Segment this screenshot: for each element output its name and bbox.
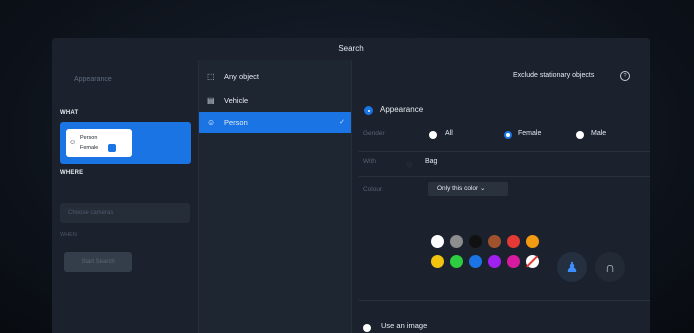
object-type-label: Any object [224, 72, 260, 81]
where-label: WHERE [60, 170, 84, 176]
gender-option-male: Male [591, 130, 607, 137]
upper-body-icon[interactable]: ♟ [557, 252, 587, 282]
divider [359, 151, 650, 152]
divider [359, 300, 650, 301]
gender-radio-male[interactable] [576, 131, 584, 139]
object-type-label: Person [224, 118, 248, 127]
start-search-button[interactable]: Start Search [64, 252, 132, 272]
help-icon[interactable]: ? [620, 71, 630, 81]
query-summary-panel: Appearance WHAT ☺ Person Female WHERE Ch… [52, 60, 197, 333]
search-modal: Search Appearance WHAT ☺ Person Female W… [52, 38, 650, 333]
with-radio[interactable] [406, 161, 413, 168]
gender-option-all: All [445, 130, 453, 137]
appearance-label: Appearance [380, 105, 424, 114]
chip-object-label: Person [80, 135, 98, 141]
object-type-vehicle[interactable]: ▤ Vehicle [199, 90, 351, 111]
gender-option-female: Female [518, 130, 542, 137]
car-icon: ▤ [207, 96, 215, 105]
what-chip[interactable]: ☺ Person Female [66, 129, 132, 157]
bag-icon [108, 144, 116, 152]
exclude-stationary-toggle[interactable]: Exclude stationary objects [513, 72, 594, 79]
divider [359, 176, 650, 177]
color-swatch[interactable] [431, 255, 444, 268]
colour-label: Colour [363, 186, 383, 193]
lower-body-icon[interactable]: ∩ [595, 252, 625, 282]
object-type-any[interactable]: ⬚ Any object [199, 66, 351, 87]
color-swatch[interactable] [507, 255, 520, 268]
dashed-square-icon: ⬚ [207, 72, 215, 81]
object-type-person[interactable]: ☺ Person ✓ [199, 112, 351, 133]
color-swatch[interactable] [450, 255, 463, 268]
modal-title: Search [338, 44, 364, 53]
color-mode-select[interactable]: Only this color ⌄ [428, 182, 508, 196]
attribute-panel: Exclude stationary objects ? Appearance … [351, 60, 650, 333]
checkmark-icon: ✓ [339, 119, 345, 126]
color-swatch[interactable] [488, 255, 501, 268]
gender-label: Gender [363, 130, 385, 137]
with-label: With [363, 158, 376, 165]
color-swatch[interactable] [526, 235, 539, 248]
breadcrumb[interactable]: Appearance [74, 76, 112, 83]
color-swatch[interactable] [450, 235, 463, 248]
use-image-radio[interactable] [363, 324, 371, 332]
color-swatch[interactable] [507, 235, 520, 248]
gender-radio-all[interactable] [429, 131, 437, 139]
what-label: WHAT [60, 110, 79, 116]
color-swatch[interactable] [469, 255, 482, 268]
object-type-list: ⬚ Any object ▤ Vehicle ☺ Person ✓ [198, 60, 352, 333]
person-icon: ☺ [69, 139, 77, 146]
use-image-label: Use an image [381, 321, 428, 330]
with-value[interactable]: Bag [425, 158, 437, 165]
chip-attribute-label: Female [80, 145, 99, 151]
gender-radio-female[interactable] [504, 131, 512, 139]
color-swatch[interactable] [431, 235, 444, 248]
appearance-radio[interactable] [364, 106, 373, 115]
person-icon: ☺ [207, 118, 216, 127]
where-input[interactable]: Choose cameras [60, 203, 190, 223]
color-swatch[interactable] [469, 235, 482, 248]
color-swatch-none[interactable] [526, 255, 539, 268]
when-label: WHEN [60, 232, 77, 238]
object-type-label: Vehicle [224, 96, 249, 105]
color-swatch[interactable] [488, 235, 501, 248]
what-card[interactable]: ☺ Person Female [60, 122, 191, 164]
